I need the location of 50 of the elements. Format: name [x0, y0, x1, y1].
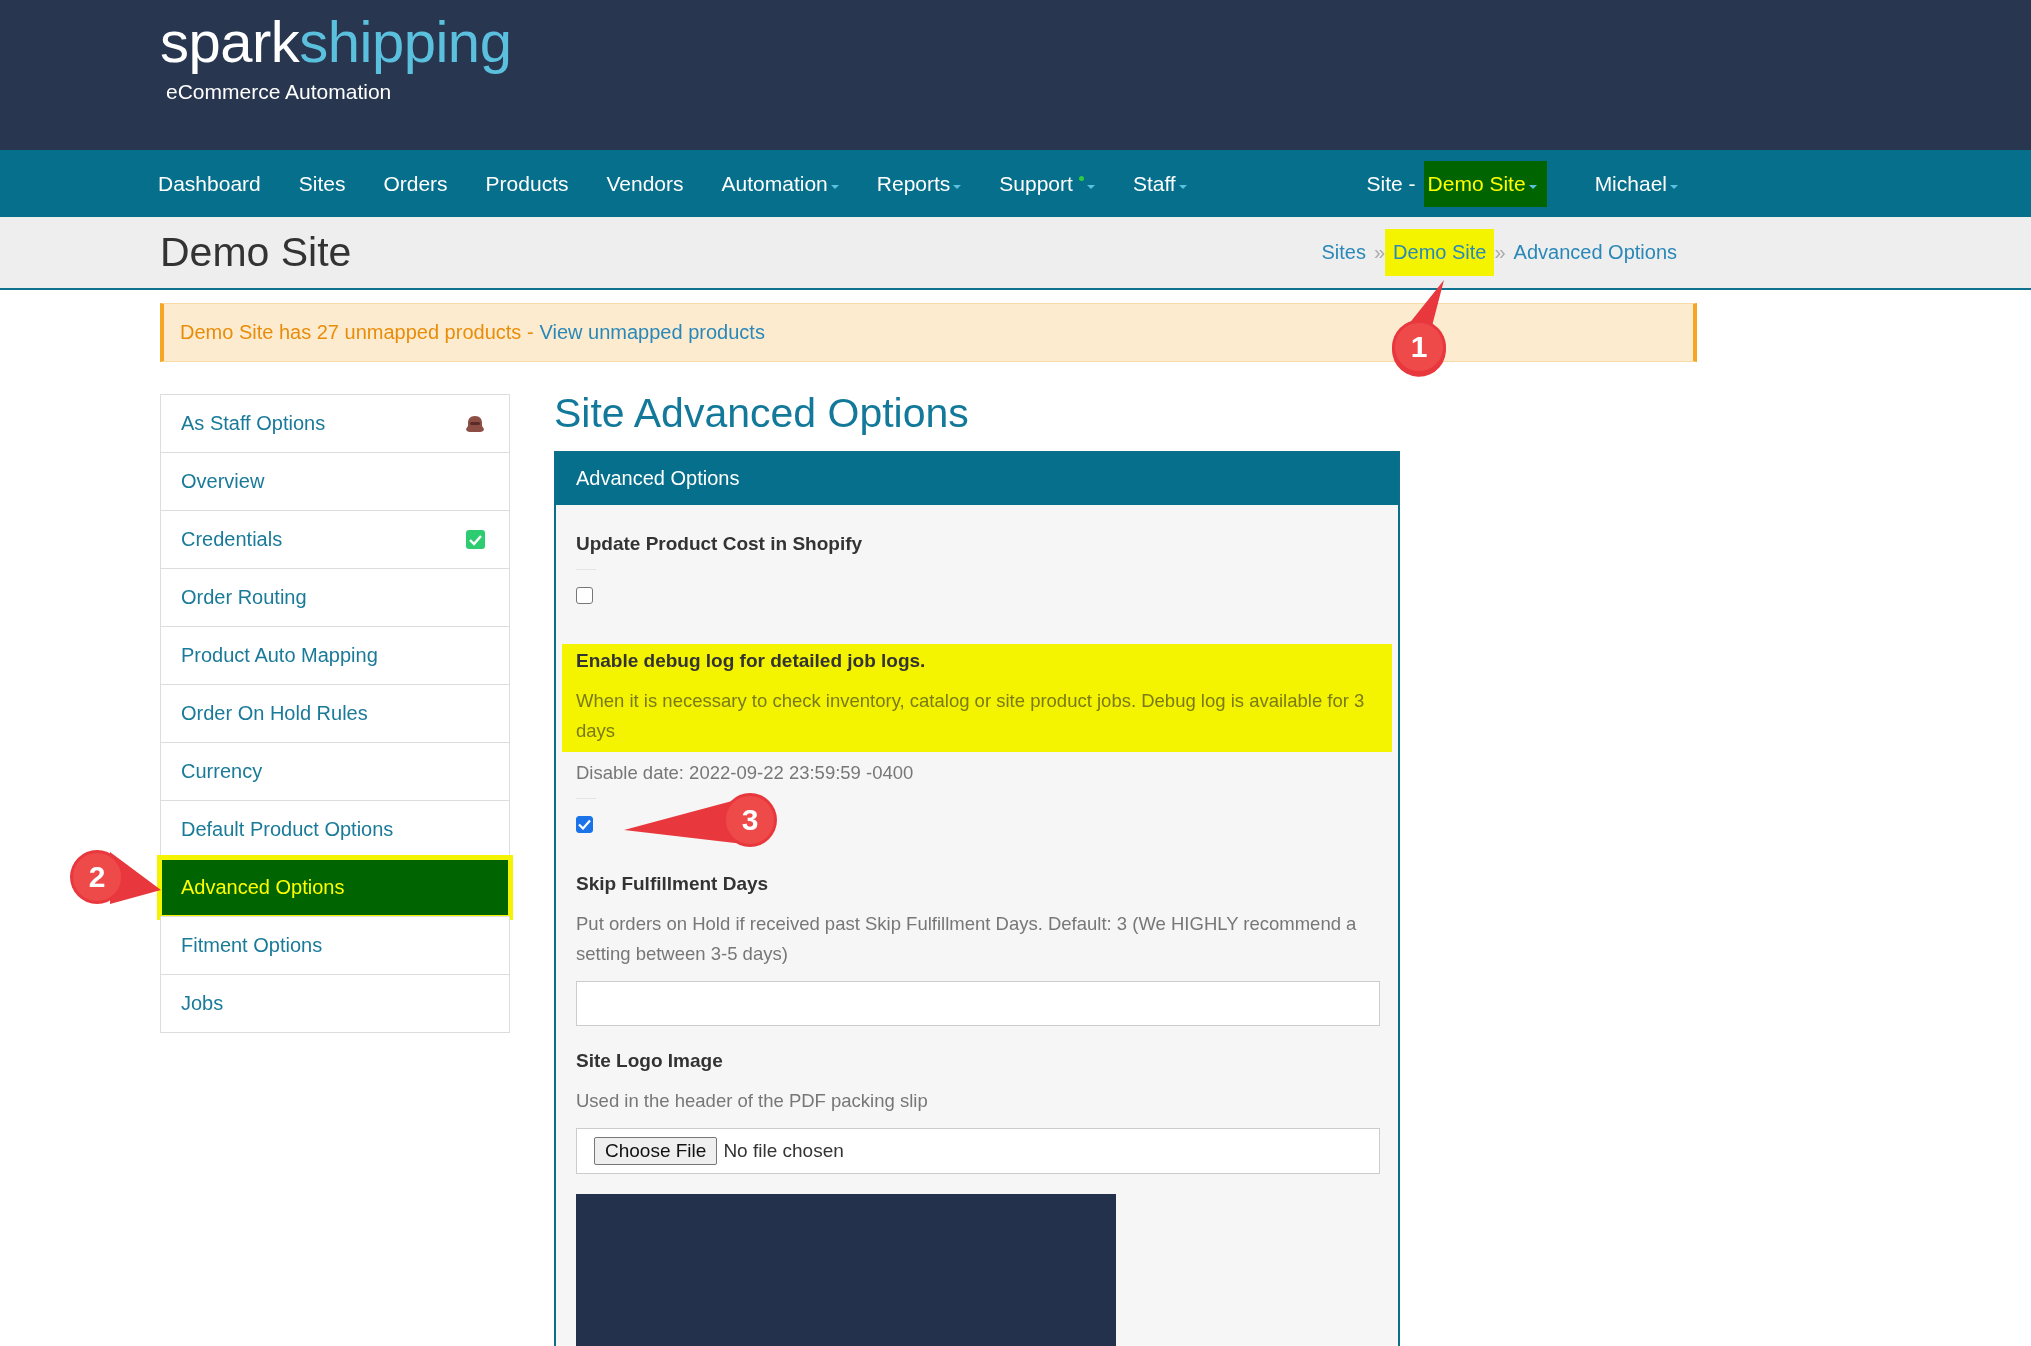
- field-label: Site Logo Image: [576, 1050, 723, 1072]
- nav-link[interactable]: Automation: [721, 161, 859, 206]
- nav-link[interactable]: Products: [485, 161, 589, 206]
- breadcrumb-separator: »: [1494, 241, 1506, 264]
- figure-icon: [465, 414, 485, 433]
- sidebar-item[interactable]: Jobs: [160, 974, 510, 1033]
- page-title: Demo Site: [160, 229, 353, 276]
- sidebar-item[interactable]: Overview: [160, 452, 510, 511]
- sidebar-item[interactable]: As Staff Options: [160, 394, 510, 453]
- field-label: Update Product Cost in Shopify: [576, 533, 863, 555]
- file-status: No file chosen: [723, 1140, 844, 1162]
- sidebar-item[interactable]: Product Auto Mapping: [160, 626, 510, 685]
- file-field[interactable]: Choose File No file chosen: [576, 1128, 1380, 1174]
- section-heading: Site Advanced Options: [554, 390, 970, 437]
- help-text: Used in the header of the PDF packing slip: [576, 1089, 929, 1113]
- sidebar-item[interactable]: Fitment Options: [160, 916, 510, 975]
- user-menu[interactable]: Michael: [1594, 161, 1698, 206]
- nav-link[interactable]: Staff: [1132, 161, 1207, 206]
- alert-link[interactable]: View unmapped products: [539, 321, 765, 343]
- nav-link[interactable]: Orders: [383, 161, 468, 206]
- nav-link[interactable]: Sites: [298, 161, 366, 206]
- sidebar-item[interactable]: Order Routing: [160, 568, 510, 627]
- site-label: Site -: [1366, 171, 1416, 196]
- nav-link[interactable]: Reports: [876, 161, 982, 206]
- choose-file-button[interactable]: Choose File: [594, 1137, 718, 1165]
- field-label: Skip Fulfillment Days: [576, 873, 769, 895]
- breadcrumb-separator: »: [1373, 241, 1386, 264]
- logo[interactable]: sparkshipping: [160, 10, 512, 74]
- tagline: eCommerce Automation: [166, 80, 392, 104]
- nav-link[interactable]: Support: [999, 161, 1115, 206]
- sidebar-item[interactable]: Currency: [160, 742, 510, 801]
- nav-link[interactable]: Vendors: [606, 161, 704, 206]
- sidebar-item[interactable]: Order On Hold Rules: [160, 684, 510, 743]
- sidebar-item[interactable]: Credentials: [160, 510, 510, 569]
- checkbox[interactable]: [576, 815, 593, 833]
- breadcrumb-link[interactable]: Advanced Options: [1505, 229, 1685, 276]
- disable-date-text: Disable date: 2022-09-22 23:59:59 -0400: [576, 762, 915, 784]
- site-selector[interactable]: Demo Site: [1423, 160, 1547, 207]
- breadcrumb-link[interactable]: Sites: [1313, 229, 1374, 276]
- help-text: When it is necessary to check inventory, catalog or site product jobs. Debug log is available for 3 days: [576, 689, 1366, 743]
- sidebar-item[interactable]: Advanced Options: [160, 858, 510, 917]
- breadcrumb-link[interactable]: Demo Site: [1385, 229, 1495, 276]
- panel-header: Advanced Options: [556, 453, 1398, 505]
- checkbox[interactable]: [576, 586, 593, 604]
- nav-link[interactable]: Dashboard: [158, 161, 281, 206]
- alert-message: Demo Site has 27 unmapped products - View unmapped products: [180, 321, 766, 344]
- input-field[interactable]: [576, 981, 1380, 1026]
- check-icon: [466, 530, 485, 549]
- field-label: Enable debug log for detailed job logs.: [576, 650, 926, 672]
- help-text: Put orders on Hold if received past Skip Fulfillment Days. Default: 3 (We HIGHLY recommend a setting between 3-5 days): [576, 912, 1358, 966]
